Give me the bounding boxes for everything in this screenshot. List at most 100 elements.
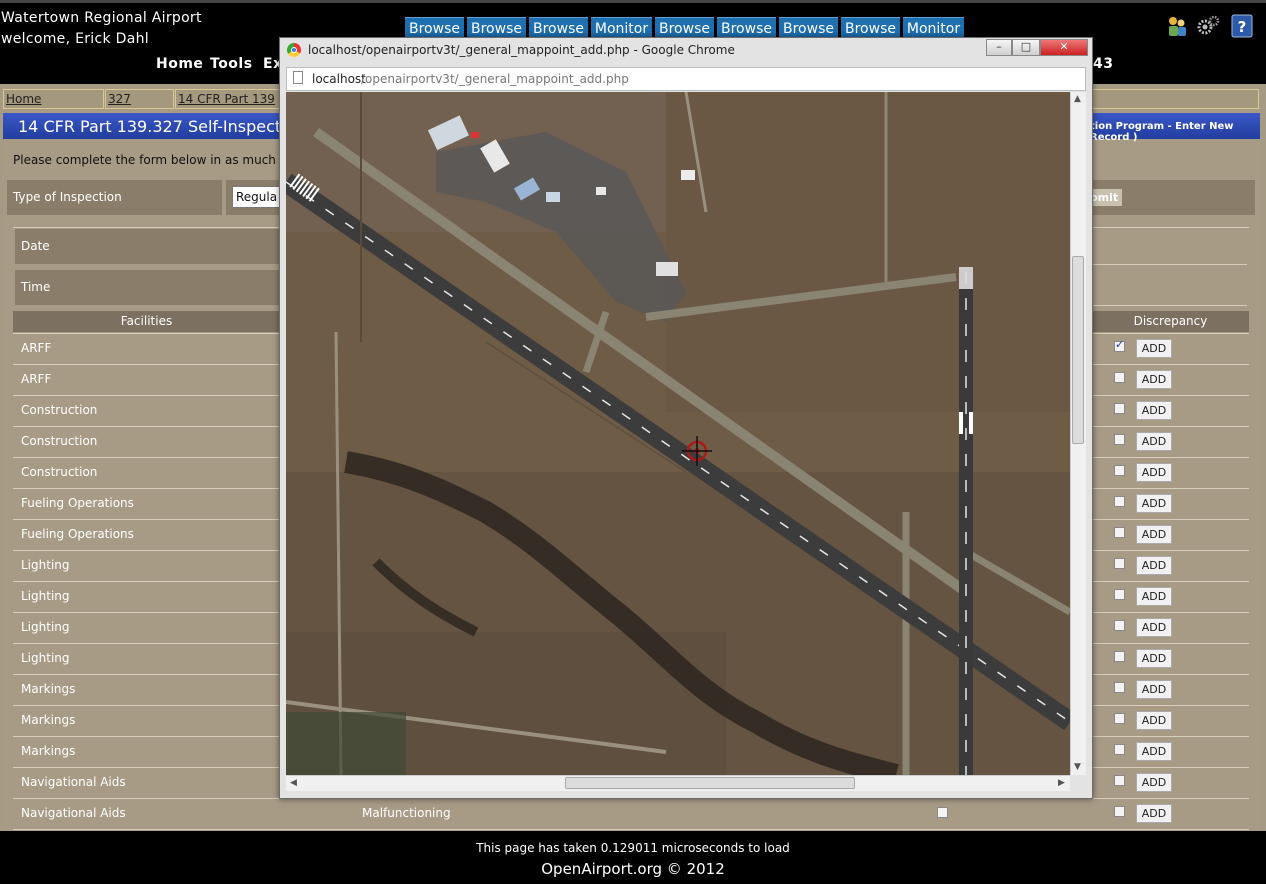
- add-button[interactable]: ADD: [1136, 525, 1172, 544]
- facility-cell: Construction: [21, 434, 98, 448]
- nav-right-fragment: 43: [1093, 56, 1114, 72]
- scroll-down-arrow-icon[interactable]: ▼: [1074, 762, 1081, 772]
- discrepancy-checkbox[interactable]: [1114, 651, 1125, 662]
- scroll-left-arrow-icon[interactable]: ◀: [290, 778, 297, 788]
- discrepancy-checkbox[interactable]: [1114, 744, 1125, 755]
- nav-tools[interactable]: Tools: [210, 56, 253, 72]
- minimize-button[interactable]: –: [986, 39, 1012, 56]
- facility-cell: ARFF: [21, 341, 52, 355]
- scroll-up-arrow-icon[interactable]: ▲: [1074, 94, 1081, 104]
- type-of-inspection-label: Type of Inspection: [7, 180, 222, 215]
- top-browse-button-7[interactable]: Browse: [841, 17, 900, 39]
- discrepancy-checkbox[interactable]: [1114, 620, 1125, 631]
- airport-name: Watertown Regional Airport: [1, 10, 202, 26]
- horizontal-scroll-thumb[interactable]: [565, 777, 855, 789]
- breadcrumb-home[interactable]: Home: [3, 89, 104, 109]
- breadcrumb-part-139[interactable]: 14 CFR Part 139: [175, 89, 285, 109]
- facility-cell: Markings: [21, 682, 76, 696]
- discrepancy-checkbox[interactable]: [1114, 403, 1125, 414]
- facility-cell: ARFF: [21, 372, 52, 386]
- welcome-text: welcome, Erick Dahl: [1, 31, 149, 47]
- time-label: Time: [15, 270, 280, 305]
- top-browse-button-2[interactable]: Browse: [467, 17, 526, 39]
- discrepancy-checkbox[interactable]: [1114, 775, 1125, 786]
- facility-cell: Lighting: [21, 651, 70, 665]
- load-time-text: This page has taken 0.129011 microsecond…: [476, 841, 790, 855]
- form-instructions: Please complete the form below in as muc…: [13, 153, 307, 167]
- discrepancy-checkbox[interactable]: [1114, 496, 1125, 507]
- date-label: Date: [15, 229, 280, 264]
- facility-cell: Fueling Operations: [21, 527, 134, 541]
- top-browse-button-3[interactable]: Browse: [529, 17, 588, 39]
- discrepancy-checkbox[interactable]: [1114, 465, 1125, 476]
- url-host: localhost: [312, 72, 366, 86]
- add-button[interactable]: ADD: [1136, 680, 1172, 699]
- add-button[interactable]: ADD: [1136, 804, 1172, 823]
- add-button[interactable]: ADD: [1136, 339, 1172, 358]
- condition-cell: Malfunctioning: [362, 806, 451, 820]
- facility-cell: Navigational Aids: [21, 775, 126, 789]
- discrepancy-checkbox[interactable]: [1114, 338, 1125, 352]
- page-icon: [293, 71, 303, 84]
- facility-cell: Markings: [21, 744, 76, 758]
- facility-cell: Fueling Operations: [21, 496, 134, 510]
- copyright-text: OpenAirport.org © 2012: [541, 860, 725, 878]
- add-button[interactable]: ADD: [1136, 649, 1172, 668]
- condition-checkbox[interactable]: [937, 807, 948, 818]
- top-browse-button-1[interactable]: Browse: [405, 17, 464, 39]
- add-button[interactable]: ADD: [1136, 773, 1172, 792]
- satellite-map-image: [286, 92, 1070, 775]
- vertical-scroll-thumb[interactable]: [1072, 256, 1084, 444]
- url-path: /openairportv3t/_general_mappoint_add.ph…: [361, 72, 629, 86]
- add-button[interactable]: ADD: [1136, 742, 1172, 761]
- svg-text:?: ?: [1238, 18, 1247, 36]
- add-button[interactable]: ADD: [1136, 401, 1172, 420]
- maximize-button[interactable]: □: [1012, 39, 1040, 56]
- add-button[interactable]: ADD: [1136, 587, 1172, 606]
- gear-icon[interactable]: [1196, 14, 1220, 38]
- facilities-header: Facilities: [13, 311, 280, 332]
- date-row-line: [1092, 264, 1247, 265]
- add-button[interactable]: ADD: [1136, 370, 1172, 389]
- chrome-icon: [287, 43, 301, 57]
- discrepancy-checkbox[interactable]: [1114, 558, 1125, 569]
- scroll-right-arrow-icon[interactable]: ▶: [1058, 778, 1065, 788]
- add-button[interactable]: ADD: [1136, 711, 1172, 730]
- discrepancy-checkbox[interactable]: [1114, 806, 1125, 817]
- top-monitor-button-2[interactable]: Monitor: [903, 17, 964, 39]
- nav-home[interactable]: Home: [156, 56, 203, 72]
- add-button[interactable]: ADD: [1136, 432, 1172, 451]
- add-button[interactable]: ADD: [1136, 618, 1172, 637]
- facility-cell: Markings: [21, 713, 76, 727]
- discrepancy-checkbox[interactable]: [1114, 713, 1125, 724]
- breadcrumb-trailing: [1092, 89, 1259, 109]
- discrepancy-header: Discrepancy: [1092, 311, 1249, 332]
- facility-cell: Construction: [21, 403, 98, 417]
- top-monitor-button-1[interactable]: Monitor: [591, 17, 652, 39]
- row-separator: [13, 829, 1249, 830]
- breadcrumb-327[interactable]: 327: [105, 89, 174, 109]
- discrepancy-checkbox[interactable]: [1114, 589, 1125, 600]
- window-title: localhost/openairportv3t/_general_mappoi…: [308, 43, 735, 57]
- top-browse-button-5[interactable]: Browse: [717, 17, 776, 39]
- close-button[interactable]: ✕: [1040, 39, 1088, 56]
- discrepancy-checkbox[interactable]: [1114, 434, 1125, 445]
- discrepancy-checkbox[interactable]: [1114, 372, 1125, 383]
- satellite-map[interactable]: [286, 92, 1070, 775]
- page-title: 14 CFR Part 139.327 Self-Inspectio: [18, 117, 296, 136]
- discrepancy-checkbox[interactable]: [1114, 682, 1125, 693]
- facility-cell: Construction: [21, 465, 98, 479]
- add-button[interactable]: ADD: [1136, 463, 1172, 482]
- help-icon[interactable]: ?: [1231, 14, 1253, 38]
- discrepancy-checkbox[interactable]: [1114, 527, 1125, 538]
- top-browse-button-6[interactable]: Browse: [779, 17, 838, 39]
- facility-cell: Lighting: [21, 620, 70, 634]
- top-browse-button-4[interactable]: Browse: [655, 17, 714, 39]
- top-trim: [0, 0, 1266, 3]
- users-icon[interactable]: [1166, 14, 1188, 38]
- page-subtitle: tion Program - Enter New Record ): [1090, 121, 1234, 143]
- add-button[interactable]: ADD: [1136, 494, 1172, 513]
- facility-cell: Navigational Aids: [21, 806, 126, 820]
- facility-cell: Lighting: [21, 558, 70, 572]
- add-button[interactable]: ADD: [1136, 556, 1172, 575]
